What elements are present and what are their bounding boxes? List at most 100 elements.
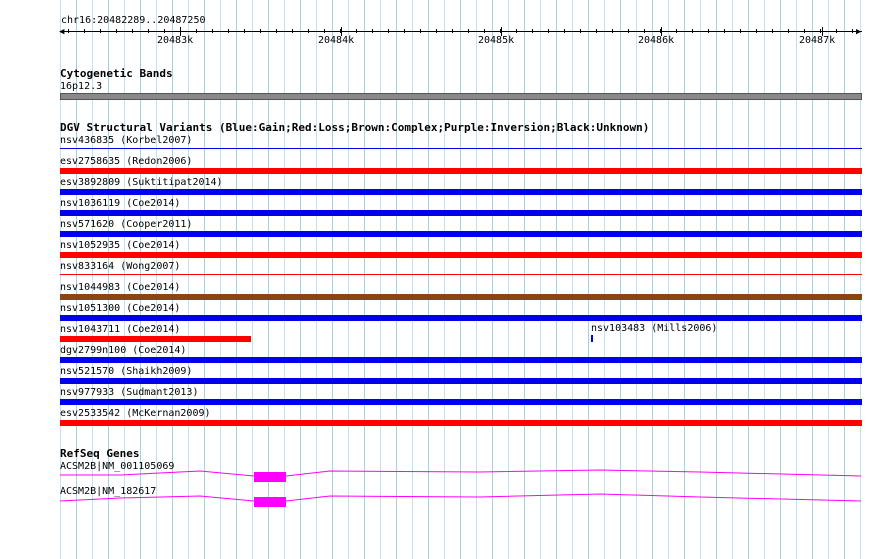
ruler-minor-tick <box>116 29 117 33</box>
gene-intron-line <box>60 469 862 477</box>
ruler-minor-tick <box>756 29 757 33</box>
refseq-gene-models[interactable] <box>0 460 890 520</box>
ruler-minor-tick <box>660 29 661 33</box>
ruler-tick-label: 20486k <box>638 35 675 46</box>
dgv-variant-label: nsv977933 (Sudmant2013) <box>60 387 199 398</box>
ruler-minor-tick <box>212 29 213 33</box>
ruler-minor-tick <box>820 29 821 33</box>
ruler-minor-tick <box>708 29 709 33</box>
ruler-minor-tick <box>612 29 613 33</box>
ruler-minor-tick <box>132 29 133 33</box>
ruler-left-arrow-icon: ◀ <box>59 27 65 37</box>
ruler-minor-tick <box>532 29 533 33</box>
dgv-variant-label: esv3892809 (Suktitipat2014) <box>60 177 223 188</box>
dgv-variant-label: nsv1052935 (Coe2014) <box>60 240 181 251</box>
ruler-minor-tick <box>148 29 149 33</box>
dgv-variant-bar[interactable] <box>60 148 862 149</box>
dgv-variant-bar[interactable] <box>60 399 862 405</box>
ruler-minor-tick <box>308 29 309 33</box>
ruler-minor-tick <box>260 29 261 33</box>
dgv-title: DGV Structural Variants (Blue:Gain;Red:L… <box>60 121 650 134</box>
dgv-variant-label: nsv1036119 (Coe2014) <box>60 198 181 209</box>
ruler-minor-tick <box>372 29 373 33</box>
refseq-title: RefSeq Genes <box>60 447 140 460</box>
ruler-minor-tick <box>548 29 549 33</box>
ruler-minor-tick <box>564 29 565 33</box>
dgv-variant-label: nsv521570 (Shaikh2009) <box>60 366 193 377</box>
ruler-minor-tick <box>356 29 357 33</box>
cytoband-bar[interactable] <box>60 93 862 100</box>
dgv-variant-label: nsv436835 (Korbel2007) <box>60 135 193 146</box>
dgv-variant-bar-nsv103483[interactable] <box>591 335 593 342</box>
ruler-minor-tick <box>324 29 325 33</box>
ruler-minor-tick <box>804 29 805 33</box>
locus-label: chr16:20482289..20487250 <box>61 15 206 26</box>
ruler-minor-tick <box>468 29 469 33</box>
ruler-minor-tick <box>196 29 197 33</box>
ruler-minor-tick <box>676 29 677 33</box>
dgv-variant-bar[interactable] <box>60 210 862 216</box>
cytoband-title: Cytogenetic Bands <box>60 67 173 80</box>
ruler-minor-tick <box>452 29 453 33</box>
ruler-minor-tick <box>724 29 725 33</box>
ruler-minor-tick <box>420 29 421 33</box>
ruler-right-arrow-icon: ▶ <box>856 27 862 37</box>
ruler-minor-tick <box>580 29 581 33</box>
ruler-minor-tick <box>516 29 517 33</box>
dgv-variant-label: nsv1044983 (Coe2014) <box>60 282 181 293</box>
ruler-minor-tick <box>84 29 85 33</box>
ruler-tick-label: 20485k <box>478 35 515 46</box>
ruler-line <box>61 31 862 32</box>
ruler-minor-tick <box>228 29 229 33</box>
ruler-minor-tick <box>788 29 789 33</box>
dgv-variant-label: nsv833164 (Wong2007) <box>60 261 181 272</box>
dgv-variant-bar[interactable] <box>60 336 251 342</box>
dgv-variant-label-nsv103483: nsv103483 (Mills2006) <box>591 323 718 334</box>
ruler-minor-tick <box>404 29 405 33</box>
ruler-minor-tick <box>388 29 389 33</box>
ruler-minor-tick <box>628 29 629 33</box>
ruler-minor-tick <box>740 29 741 33</box>
ruler-minor-tick <box>500 29 501 33</box>
ruler-minor-tick <box>772 29 773 33</box>
dgv-variant-label: esv2758635 (Redon2006) <box>60 156 193 167</box>
dgv-variant-bar[interactable] <box>60 168 862 174</box>
dgv-variant-bar[interactable] <box>60 420 862 426</box>
dgv-variant-label: dgv2799n100 (Coe2014) <box>60 345 187 356</box>
ruler-minor-tick <box>292 29 293 33</box>
gene-exon <box>254 497 286 507</box>
dgv-variant-bar[interactable] <box>60 357 862 363</box>
ruler-tick-label: 20484k <box>318 35 355 46</box>
dgv-variant-bar[interactable] <box>60 378 862 384</box>
gene-intron-line <box>59 493 862 502</box>
ruler-minor-tick <box>484 29 485 33</box>
cytoband-label: 16p12.3 <box>60 81 103 92</box>
ruler-minor-tick <box>340 29 341 33</box>
ruler-minor-tick <box>68 29 69 33</box>
ruler-minor-tick <box>244 29 245 33</box>
ruler-minor-tick <box>692 29 693 33</box>
dgv-variant-bar[interactable] <box>60 294 862 300</box>
ruler-minor-tick <box>276 29 277 33</box>
dgv-variant-bar[interactable] <box>60 315 862 321</box>
ruler-minor-tick <box>164 29 165 33</box>
ruler-minor-tick <box>180 29 181 33</box>
genome-browser-view: chr16:20482289..20487250 ◀ ▶ 20483k 20484… <box>0 0 890 559</box>
ruler-tick-label: 20487k <box>799 35 836 46</box>
dgv-variant-bar[interactable] <box>60 252 862 258</box>
ruler-tick-label: 20483k <box>157 35 194 46</box>
ruler-minor-tick <box>836 29 837 33</box>
dgv-variant-bar[interactable] <box>60 231 862 237</box>
ruler-minor-tick <box>596 29 597 33</box>
dgv-variant-bar[interactable] <box>60 189 862 195</box>
dgv-variant-bar[interactable] <box>60 274 862 275</box>
gene-exon <box>254 472 286 482</box>
dgv-variant-label: esv2533542 (McKernan2009) <box>60 408 211 419</box>
ruler-minor-tick <box>644 29 645 33</box>
dgv-variant-label: nsv571620 (Cooper2011) <box>60 219 193 230</box>
ruler-minor-tick <box>852 29 853 33</box>
ruler-minor-tick <box>436 29 437 33</box>
dgv-variant-label: nsv1051300 (Coe2014) <box>60 303 181 314</box>
ruler-minor-tick <box>100 29 101 33</box>
dgv-variant-label: nsv1043711 (Coe2014) <box>60 324 181 335</box>
